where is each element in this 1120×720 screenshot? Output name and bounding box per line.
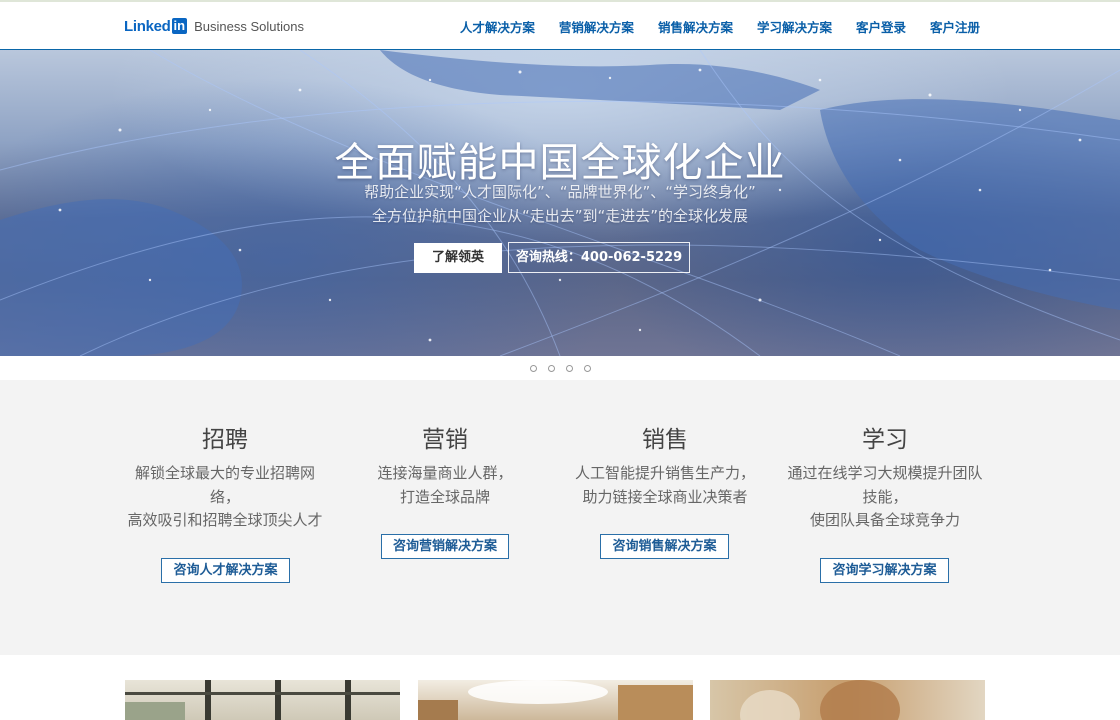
feature-card-image[interactable] xyxy=(710,680,985,720)
solution-description: 连接海量商业人群， 打造全球品牌 xyxy=(330,462,560,509)
solution-description: 人工智能提升销售生产力， 助力链接全球商业决策者 xyxy=(550,462,780,509)
learning-solutions-button[interactable]: 咨询学习解决方案 xyxy=(820,558,949,583)
solution-title: 学习 xyxy=(862,427,908,453)
carousel-indicators xyxy=(0,356,1120,380)
feature-card-image[interactable] xyxy=(125,680,400,720)
carousel-dot[interactable] xyxy=(547,364,555,372)
linkedin-logo[interactable]: Linked in Business Solutions xyxy=(124,16,304,36)
hero-banner: 全面赋能中国全球化企业 帮助企业实现“人才国际化”、“品牌世界化”、“学习终身化… xyxy=(0,50,1120,356)
nav-customer-register[interactable]: 客户注册 xyxy=(930,17,980,36)
desc-line: 高效吸引和招聘全球顶尖人才 xyxy=(127,511,323,529)
logo-wordmark: Linked xyxy=(124,17,171,35)
nav-learning-solutions[interactable]: 学习解决方案 xyxy=(757,17,832,36)
solution-title: 营销 xyxy=(422,427,468,453)
logo-subtitle: Business Solutions xyxy=(194,18,304,34)
world-map-network-graphic xyxy=(0,50,1120,356)
hero-title: 全面赋能中国全球化企业 xyxy=(334,140,786,186)
carousel-dot[interactable] xyxy=(583,364,591,372)
nav-marketing-solutions[interactable]: 营销解决方案 xyxy=(559,17,634,36)
office-photo xyxy=(125,680,400,720)
nav-sales-solutions[interactable]: 销售解决方案 xyxy=(658,17,733,36)
site-header: Linked in Business Solutions 人才解决方案 营销解决… xyxy=(0,0,1120,50)
solution-description: 解锁全球最大的专业招聘网 络， 高效吸引和招聘全球顶尖人才 xyxy=(110,462,340,533)
desc-line: 络， xyxy=(209,487,240,506)
solution-marketing: 营销 连接海量商业人群， 打造全球品牌 xyxy=(330,380,560,509)
feature-cards xyxy=(0,655,1120,720)
sales-solutions-button[interactable]: 咨询销售解决方案 xyxy=(600,534,729,559)
library-photo xyxy=(418,680,693,720)
solution-title: 销售 xyxy=(642,427,688,453)
desc-line: 助力链接全球商业决策者 xyxy=(582,487,748,506)
hero-subtitle-line2: 全方位护航中国企业从“走出去”到“走进去”的全球化发展 xyxy=(371,207,749,225)
hotline-button[interactable]: 咨询热线：400-062-5229 xyxy=(508,242,690,273)
desc-line: 人工智能提升销售生产力， xyxy=(574,464,755,482)
nav-talent-solutions[interactable]: 人才解决方案 xyxy=(460,17,535,36)
desc-line: 通过在线学习大规模提升团队 xyxy=(787,464,983,482)
solutions-section: 招聘 解锁全球最大的专业招聘网 络， 高效吸引和招聘全球顶尖人才 营销 连接海量… xyxy=(0,380,1120,655)
people-photo xyxy=(740,680,900,720)
carousel-dot[interactable] xyxy=(529,364,537,372)
desc-line: 使团队具备全球竞争力 xyxy=(809,511,960,529)
logo-in-badge: in xyxy=(171,18,188,34)
solution-recruiting: 招聘 解锁全球最大的专业招聘网 络， 高效吸引和招聘全球顶尖人才 xyxy=(110,380,340,533)
solution-sales: 销售 人工智能提升销售生产力， 助力链接全球商业决策者 xyxy=(550,380,780,509)
desc-line: 打造全球品牌 xyxy=(399,487,490,506)
talent-solutions-button[interactable]: 咨询人才解决方案 xyxy=(161,558,290,583)
main-nav: 人才解决方案 营销解决方案 销售解决方案 学习解决方案 客户登录 客户注册 xyxy=(436,2,980,50)
hero-subtitle-line1: 帮助企业实现“人才国际化”、“品牌世界化”、“学习终身化” xyxy=(364,183,756,201)
learn-linkedin-button[interactable]: 了解领英 xyxy=(414,243,502,273)
marketing-solutions-button[interactable]: 咨询营销解决方案 xyxy=(381,534,509,559)
solution-description: 通过在线学习大规模提升团队 技能， 使团队具备全球竞争力 xyxy=(770,462,1000,533)
solution-title: 招聘 xyxy=(202,427,248,453)
carousel-dot[interactable] xyxy=(565,364,573,372)
desc-line: 连接海量商业人群， xyxy=(377,464,513,482)
nav-customer-login[interactable]: 客户登录 xyxy=(856,17,906,36)
solution-learning: 学习 通过在线学习大规模提升团队 技能， 使团队具备全球竞争力 xyxy=(770,380,1000,533)
desc-line: 技能， xyxy=(862,487,908,506)
desc-line: 解锁全球最大的专业招聘网 xyxy=(134,464,315,482)
feature-card-image[interactable] xyxy=(418,680,693,720)
